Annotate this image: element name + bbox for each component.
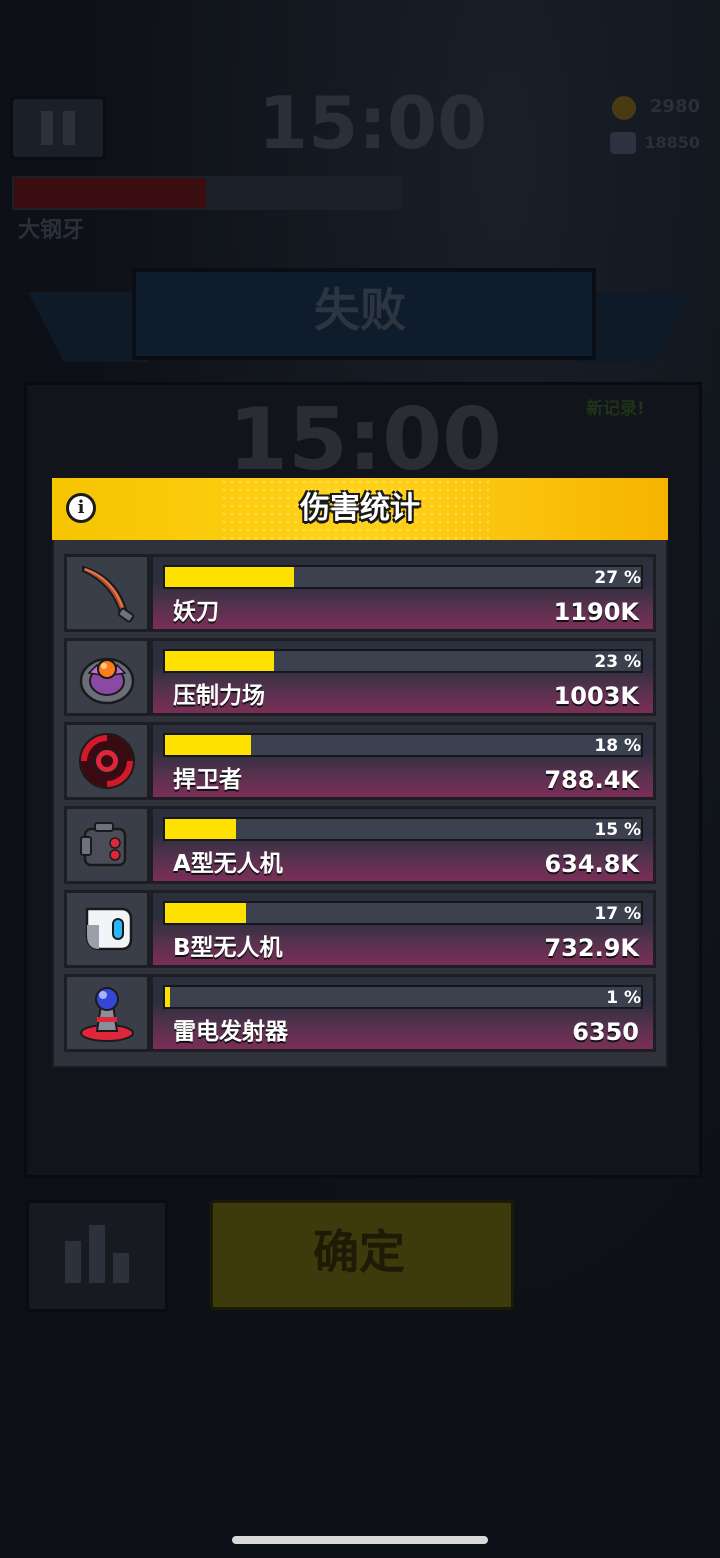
info-icon[interactable]: i (66, 493, 96, 523)
pause-button[interactable] (10, 96, 106, 160)
hud-timer: 15:00 (258, 81, 488, 165)
weapon-name: 雷电发射器 (173, 1019, 288, 1045)
damage-share-fill (165, 987, 170, 1007)
demon-blade-icon (64, 554, 150, 632)
damage-share-bar (163, 901, 643, 925)
damage-share-fill (165, 819, 237, 839)
suppression-field-icon (64, 638, 150, 716)
damage-percent: 17 % (594, 904, 641, 924)
pause-icon (41, 111, 53, 145)
damage-row: 23 % 压制力场 1003K (64, 638, 656, 716)
damage-row-info: 17 % B型无人机 732.9K (150, 890, 656, 968)
damage-value: 634.8K (544, 850, 639, 878)
lightning-emitter-icon (64, 974, 150, 1052)
bar-chart-icon-bar (113, 1253, 129, 1283)
weapon-name: 妖刀 (173, 599, 219, 625)
boss-health-fill (14, 178, 206, 208)
damage-row: 15 % A型无人机 634.8K (64, 806, 656, 884)
boss-name: 大钢牙 (18, 218, 85, 243)
damage-row: 17 % B型无人机 732.9K (64, 890, 656, 968)
damage-percent: 1 % (606, 988, 641, 1008)
damage-value: 788.4K (544, 766, 639, 794)
defender-icon (64, 722, 150, 800)
damage-stats-button[interactable] (26, 1200, 168, 1312)
new-record-label: 新记录! (586, 399, 645, 419)
drone-a-icon (64, 806, 150, 884)
damage-percent: 15 % (594, 820, 641, 840)
damage-share-fill (165, 567, 294, 587)
weapon-name: B型无人机 (173, 935, 283, 961)
modal-title: 伤害统计 (300, 491, 420, 526)
damage-row-info: 27 % 妖刀 1190K (150, 554, 656, 632)
weapon-name: 压制力场 (173, 683, 265, 709)
coin-count: 2980 (649, 96, 700, 117)
damage-share-bar (163, 565, 643, 589)
damage-value: 732.9K (544, 934, 639, 962)
damage-share-fill (165, 903, 246, 923)
damage-row: 27 % 妖刀 1190K (64, 554, 656, 632)
pause-icon-bar (63, 111, 75, 145)
damage-row-info: 23 % 压制力场 1003K (150, 638, 656, 716)
gem-count: 18850 (644, 133, 700, 152)
damage-row-info: 18 % 捍卫者 788.4K (150, 722, 656, 800)
damage-value: 1190K (553, 598, 639, 626)
damage-share-fill (165, 735, 251, 755)
damage-share-fill (165, 651, 275, 671)
confirm-button-label[interactable]: 确定 (210, 1200, 508, 1304)
result-title: 失败 (314, 283, 406, 337)
damage-share-bar (163, 733, 643, 757)
damage-row-info: 1 % 雷电发射器 6350 (150, 974, 656, 1052)
weapon-name: 捍卫者 (173, 767, 242, 793)
survival-time: 15:00 (228, 390, 502, 490)
damage-row: 1 % 雷电发射器 6350 (64, 974, 656, 1052)
damage-percent: 23 % (594, 652, 641, 672)
damage-share-bar (163, 817, 643, 841)
damage-share-bar (163, 985, 643, 1009)
damage-value: 1003K (553, 682, 639, 710)
damage-row-info: 15 % A型无人机 634.8K (150, 806, 656, 884)
bar-chart-icon (65, 1241, 81, 1283)
damage-value: 6350 (572, 1018, 639, 1046)
drone-b-icon (64, 890, 150, 968)
bar-chart-icon-bar (89, 1225, 105, 1283)
home-indicator[interactable] (232, 1536, 488, 1544)
damage-percent: 18 % (594, 736, 641, 756)
damage-row: 18 % 捍卫者 788.4K (64, 722, 656, 800)
damage-percent: 27 % (594, 568, 641, 588)
weapon-name: A型无人机 (173, 851, 283, 877)
damage-share-bar (163, 649, 643, 673)
